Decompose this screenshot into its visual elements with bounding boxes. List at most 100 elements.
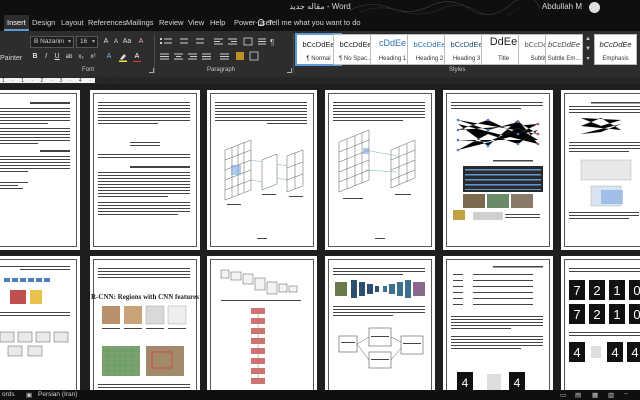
paragraph-tools[interactable]: ¶ <box>158 36 288 64</box>
styles-group-label: Styles <box>449 67 466 73</box>
page-thumbnail[interactable] <box>207 256 317 390</box>
format-painter-button[interactable]: Painter <box>0 55 22 62</box>
highlighter-shape <box>119 54 127 62</box>
page-content <box>451 102 543 220</box>
page-thumbnail[interactable] <box>0 90 80 250</box>
superscript-icon[interactable]: x² <box>88 52 98 62</box>
tab-insert[interactable]: Insert <box>4 15 29 31</box>
status-bar: ords ▣ Persian (Iran) ▭ ▤ ▦ ▥ − <box>0 390 640 400</box>
page-thumbnail[interactable]: 4 4 <box>443 256 553 390</box>
paragraph-group-label: Paragraph <box>207 67 236 73</box>
svg-text:0: 0 <box>633 307 640 322</box>
style-sample: bCcDdEe <box>547 40 581 49</box>
ruler-bar[interactable]: 1 · 1 · 2 · 3 · 4 · 5 · 6 <box>0 78 120 84</box>
svg-text:4: 4 <box>573 345 580 360</box>
tab-design[interactable]: Design <box>29 15 58 31</box>
page-content: R-CNN: Regions with CNN features <box>91 268 199 388</box>
tab-layout[interactable]: Layout <box>58 15 87 31</box>
chevron-down-icon: ▾ <box>67 39 71 45</box>
zoom-out-icon[interactable]: − <box>624 391 628 398</box>
chevron-down-icon: ▾ <box>91 39 95 45</box>
svg-text:4: 4 <box>514 376 521 390</box>
svg-text:7: 7 <box>573 283 580 298</box>
style-emphasis[interactable]: bCcDdEe Emphasis <box>594 34 637 65</box>
page-thumbnail[interactable] <box>0 256 80 390</box>
page-thumbnail[interactable]: 7 2 1 0 7 2 1 0 4 4 4 <box>561 256 640 390</box>
style-name: Subtle Em... <box>547 56 581 62</box>
font-size-value: 16 <box>80 38 88 45</box>
word-count[interactable]: ords <box>2 391 15 398</box>
tab-mailings[interactable]: Mailings <box>123 15 157 31</box>
style-sample: bCcDdEe <box>599 40 632 49</box>
page-content <box>569 102 640 219</box>
tab-view[interactable]: View <box>185 15 207 31</box>
print-layout-icon[interactable]: ▦ <box>592 391 598 399</box>
svg-text:R-CNN: Regions with CNN featur: R-CNN: Regions with CNN features <box>91 293 199 301</box>
ruler: 1 · 1 · 2 · 3 · 4 · 5 · 6 <box>0 77 640 84</box>
font-group-label: Font <box>82 67 95 73</box>
chevron-up-icon[interactable]: ▲ <box>584 34 592 44</box>
change-case-icon[interactable]: Aa <box>122 37 132 47</box>
font-name-select[interactable]: B Nazanin ▾ <box>30 36 74 48</box>
bold-button[interactable]: B <box>30 52 40 62</box>
strikethrough-icon[interactable]: ab <box>64 52 74 62</box>
page-content <box>215 102 307 239</box>
tab-help[interactable]: Help <box>207 15 228 31</box>
page-thumbnail[interactable] <box>561 90 640 250</box>
word-window: مقاله جدید - Word Abdullah M Insert Desi… <box>0 0 640 400</box>
font-size-select[interactable]: 16 ▾ <box>76 36 98 48</box>
page-thumbnail[interactable]: R-CNN: Regions with CNN features <box>90 256 200 390</box>
user-name[interactable]: Abdullah M <box>542 2 582 11</box>
ribbon-tabs: Insert Design Layout References Mailings… <box>0 15 640 31</box>
page-thumbnail[interactable] <box>443 90 553 250</box>
language-indicator[interactable]: Persian (Iran) <box>38 391 77 398</box>
ribbon: Painter B Nazanin ▾ 16 ▾ A A Aa A B I U … <box>0 31 640 77</box>
document-area[interactable]: R-CNN: Regions with CNN features 4 4 7 2… <box>0 84 640 390</box>
more-icon[interactable]: ▾ <box>584 54 592 64</box>
page-content <box>0 266 70 357</box>
avatar[interactable] <box>589 2 600 13</box>
text-effects-icon[interactable]: A <box>104 52 114 62</box>
page-content <box>333 268 425 369</box>
focus-icon[interactable]: ▭ <box>560 391 566 399</box>
svg-text:4: 4 <box>462 376 469 390</box>
title-bar: مقاله جدید - Word Abdullah M <box>0 0 640 15</box>
group-separator <box>293 34 294 74</box>
tell-me-search[interactable]: Tell me what you want to do <box>258 15 361 31</box>
underline-button[interactable]: U <box>52 52 62 62</box>
paragraph-dialog-launcher-icon[interactable] <box>287 68 292 73</box>
subscript-icon[interactable]: x₂ <box>76 52 86 62</box>
font-color-icon[interactable]: A <box>132 52 142 62</box>
italic-button[interactable]: I <box>41 52 51 62</box>
shrink-font-icon[interactable]: A <box>111 37 121 47</box>
page-thumbnail[interactable] <box>207 90 317 250</box>
page-content <box>0 102 70 189</box>
style-subtle-emphasis[interactable]: bCcDdEe Subtle Em... <box>545 34 583 65</box>
page-content <box>98 102 190 215</box>
svg-text:2: 2 <box>593 283 600 298</box>
clear-formatting-icon[interactable]: A <box>136 37 146 47</box>
svg-text:2: 2 <box>593 307 600 322</box>
web-layout-icon[interactable]: ▥ <box>608 391 614 399</box>
page-content <box>220 269 301 384</box>
highlight-icon[interactable] <box>118 52 128 62</box>
svg-text:4: 4 <box>631 345 638 360</box>
chevron-down-icon[interactable]: ▼ <box>584 44 592 54</box>
page-content: 7 2 1 0 7 2 1 0 4 4 4 <box>569 268 640 362</box>
tab-review[interactable]: Review <box>156 15 187 31</box>
svg-text:4: 4 <box>611 345 618 360</box>
page-thumbnail[interactable] <box>90 90 200 250</box>
svg-text:7: 7 <box>573 307 580 322</box>
tell-me-label: Tell me what you want to do <box>268 18 361 27</box>
proofing-icon[interactable]: ▣ <box>26 391 32 399</box>
style-name: Emphasis <box>602 56 629 62</box>
read-mode-icon[interactable]: ▤ <box>575 391 581 399</box>
svg-text:¶: ¶ <box>270 38 274 47</box>
page-thumbnail[interactable] <box>325 90 435 250</box>
lightbulb-icon <box>258 19 264 26</box>
font-name-value: B Nazanin <box>34 38 64 45</box>
grow-font-icon[interactable]: A <box>101 37 111 47</box>
styles-gallery-scroll[interactable]: ▲ ▼ ▾ <box>584 34 592 65</box>
page-thumbnail[interactable] <box>325 256 435 390</box>
svg-text:1: 1 <box>613 307 620 322</box>
